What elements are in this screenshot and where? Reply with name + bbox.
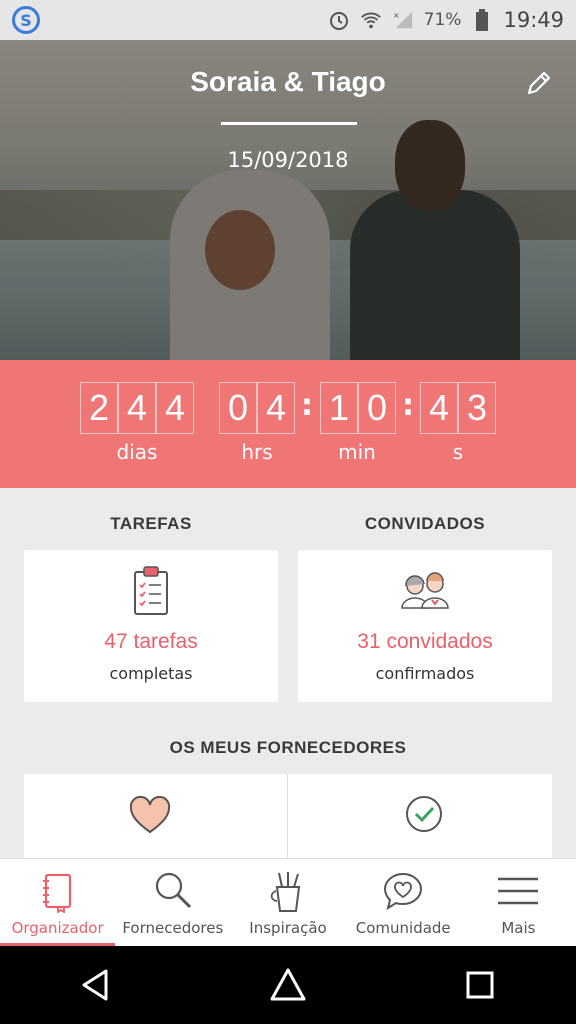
digit: 4 bbox=[257, 382, 295, 434]
hours-digits: 0 4 bbox=[219, 382, 295, 434]
guests-title: CONVIDADOS bbox=[364, 514, 486, 533]
digit: 4 bbox=[420, 382, 458, 434]
system-nav-bar bbox=[0, 946, 576, 1024]
heart-icon[interactable] bbox=[128, 795, 172, 836]
alarm-icon bbox=[328, 9, 350, 31]
bottom-tab-bar: Organizador Fornecedores Inspiração Comu… bbox=[0, 858, 576, 946]
menu-icon bbox=[496, 869, 540, 913]
guests-sub: confirmados bbox=[375, 664, 475, 683]
tab-label: Comunidade bbox=[355, 919, 451, 937]
tab-mais[interactable]: Mais bbox=[461, 859, 576, 946]
minutes-digits: 1 0 bbox=[320, 382, 396, 434]
digit: 4 bbox=[156, 382, 194, 434]
home-icon[interactable] bbox=[268, 965, 308, 1005]
notebook-icon bbox=[36, 869, 80, 914]
guests-icon bbox=[397, 564, 453, 616]
battery-icon bbox=[471, 9, 493, 31]
digit: 0 bbox=[219, 382, 257, 434]
digit: 2 bbox=[80, 382, 118, 434]
checklist-icon bbox=[127, 564, 175, 616]
status-bar: S × 71% 19:49 bbox=[0, 0, 576, 40]
couple-name: Soraia & Tiago bbox=[190, 66, 386, 97]
seconds-digits: 4 3 bbox=[420, 382, 496, 434]
digit: 0 bbox=[358, 382, 396, 434]
days-label: dias bbox=[116, 440, 158, 464]
battery-percent: 71% bbox=[423, 10, 462, 30]
suppliers-divider bbox=[287, 774, 288, 864]
tab-fornecedores[interactable]: Fornecedores bbox=[115, 859, 230, 946]
seconds-label: s bbox=[452, 440, 464, 464]
pencil-cup-icon bbox=[266, 869, 310, 913]
recents-icon[interactable] bbox=[460, 965, 500, 1005]
suppliers-panel bbox=[24, 774, 552, 864]
wifi-icon bbox=[360, 9, 382, 31]
pencil-icon[interactable] bbox=[524, 68, 554, 98]
hero-banner: Soraia & Tiago 15/09/2018 bbox=[0, 40, 576, 360]
tasks-sub: completas bbox=[109, 664, 193, 683]
countdown-panel: 2 4 4 0 4 : 1 0 : 4 3 dias hrs min s bbox=[0, 360, 576, 488]
tab-inspiracao[interactable]: Inspiração bbox=[230, 859, 345, 946]
separator: : bbox=[402, 388, 414, 423]
search-icon bbox=[151, 869, 195, 913]
tab-label: Inspiração bbox=[249, 919, 327, 937]
title-underline bbox=[221, 122, 357, 125]
digit: 1 bbox=[320, 382, 358, 434]
back-icon[interactable] bbox=[76, 965, 116, 1005]
check-circle-icon[interactable] bbox=[404, 794, 444, 834]
separator: : bbox=[301, 388, 313, 423]
tasks-count: 47 tarefas bbox=[104, 630, 198, 653]
days-digits: 2 4 4 bbox=[80, 382, 194, 434]
tab-organizador[interactable]: Organizador bbox=[0, 859, 116, 946]
chat-heart-icon bbox=[381, 869, 425, 913]
tasks-card[interactable]: 47 tarefas completas bbox=[24, 550, 278, 702]
tab-label: Mais bbox=[501, 919, 536, 937]
clock: 19:49 bbox=[503, 8, 564, 32]
tab-label: Organizador bbox=[11, 919, 104, 937]
signal-icon: × bbox=[392, 9, 414, 31]
guests-count: 31 convidados bbox=[357, 630, 493, 653]
wedding-date: 15/09/2018 bbox=[227, 148, 349, 172]
digit: 3 bbox=[458, 382, 496, 434]
app-logo-icon: S bbox=[12, 6, 40, 34]
tab-comunidade[interactable]: Comunidade bbox=[346, 859, 461, 946]
suppliers-title: OS MEUS FORNECEDORES bbox=[169, 738, 407, 757]
tasks-title: TAREFAS bbox=[110, 514, 192, 533]
digit: 4 bbox=[118, 382, 156, 434]
tab-label: Fornecedores bbox=[122, 919, 224, 937]
guests-card[interactable]: 31 convidados confirmados bbox=[298, 550, 552, 702]
svg-text:×: × bbox=[393, 10, 400, 20]
